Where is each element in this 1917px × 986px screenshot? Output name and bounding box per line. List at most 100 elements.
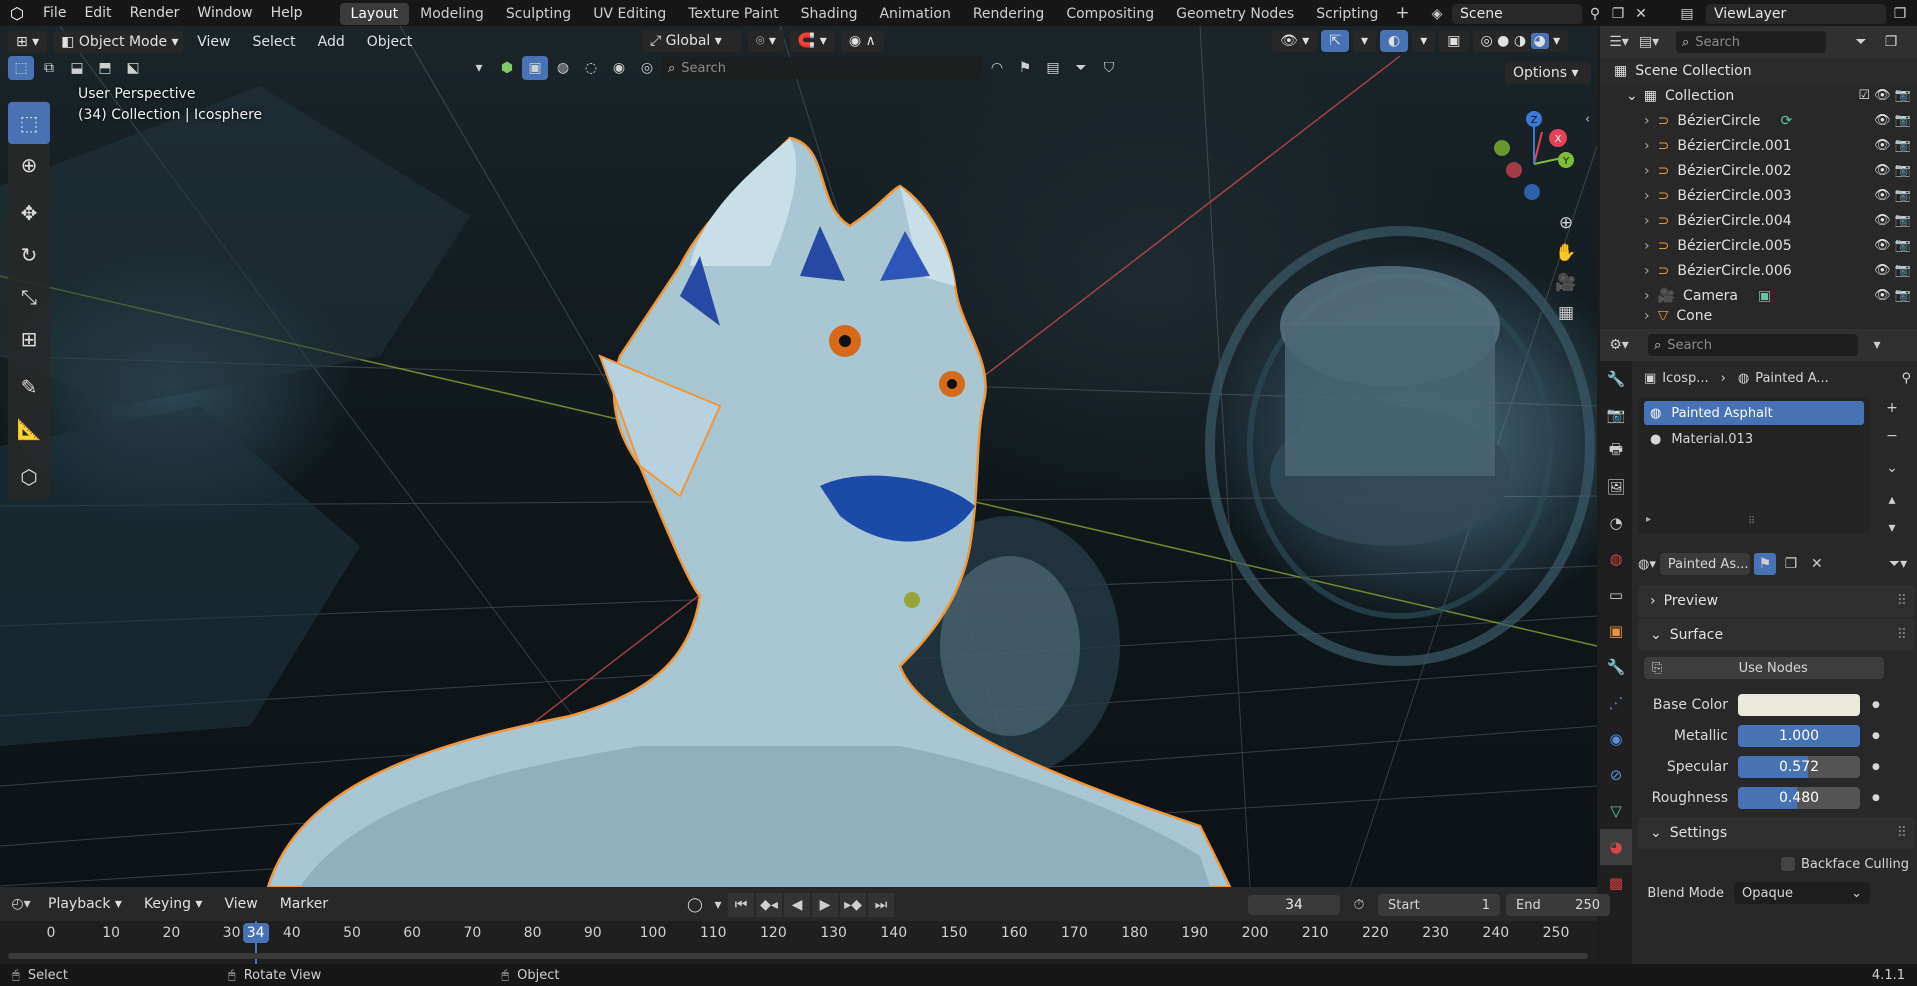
tab-uv-editing[interactable]: UV Editing <box>582 3 677 25</box>
overlay-toggle-icon[interactable]: ◐ <box>1380 30 1409 52</box>
gizmo-dropdown[interactable]: ▾ <box>1353 30 1377 52</box>
unlink-material-icon[interactable]: ✕ <box>1806 553 1828 575</box>
filter-dropdown-icon[interactable]: ▾ <box>466 56 492 80</box>
use-nodes-button[interactable]: ⎘ Use Nodes <box>1644 657 1884 679</box>
item-visibility[interactable]: 👁 📷 <box>1874 113 1911 128</box>
view-layer-tab-icon[interactable]: 🖼 <box>1600 469 1632 505</box>
cursor-tool-icon[interactable]: ⊕ <box>8 144 50 186</box>
keyframe-dot-icon[interactable]: ● <box>1872 793 1880 803</box>
navigation-gizmo[interactable]: Z X Y <box>1486 104 1582 200</box>
outliner-item[interactable]: › ⊃ BézierCircle ⟳ 👁 📷 <box>1600 108 1917 133</box>
expand-list-icon[interactable]: ▸ <box>1646 514 1651 525</box>
expand-arrow-icon[interactable]: › <box>1644 113 1650 129</box>
neg-z-axis-icon[interactable] <box>1524 184 1540 200</box>
remove-slot-icon[interactable]: − <box>1880 425 1904 447</box>
play-icon[interactable]: ▶ <box>812 893 838 917</box>
neg-y-axis-icon[interactable] <box>1494 140 1510 156</box>
item-visibility[interactable]: 👁 📷 <box>1874 238 1911 253</box>
menu-file[interactable]: File <box>34 0 75 26</box>
select-box-tool-icon[interactable]: ⬚ <box>8 102 50 144</box>
item-visibility[interactable]: 👁 📷 <box>1874 138 1911 153</box>
material-slot-list[interactable]: ◍ Painted Asphalt ● Material.013 ▸ ⠿ <box>1638 397 1870 533</box>
outliner-item[interactable]: › ⊃ BézierCircle.004 👁 📷 <box>1600 208 1917 233</box>
scale-tool-icon[interactable]: ⤡ <box>8 276 50 318</box>
color-wheel-icon[interactable]: ⬢ <box>494 56 520 80</box>
item-visibility[interactable]: 👁 📷 <box>1874 263 1911 278</box>
scene-name-field[interactable]: Scene <box>1452 4 1582 24</box>
playhead-frame-badge[interactable]: 34 <box>242 923 269 943</box>
outliner-editor-icon[interactable]: ☰▾ <box>1606 30 1632 54</box>
outliner-filter-icon[interactable]: ⏷ <box>1848 30 1874 54</box>
menu-view[interactable]: View <box>189 31 238 53</box>
preview-range-icon[interactable]: ⏱ <box>1346 893 1372 917</box>
bookmark-icon[interactable]: ⚑ <box>1012 56 1038 80</box>
outliner-search-field[interactable]: ⌕ Search <box>1676 31 1826 53</box>
move-tool-icon[interactable]: ✥ <box>8 192 50 234</box>
world-tab-icon[interactable]: ◍ <box>1600 541 1632 577</box>
display-mode-icon[interactable]: ▤▾ <box>1636 30 1662 54</box>
delete-scene-icon[interactable]: ✕ <box>1632 2 1650 26</box>
3d-viewport[interactable]: ⊞ ▾ ◧ Object Mode ▾ View Select Add Obje… <box>0 26 1597 887</box>
layer-icon[interactable]: ◠ <box>984 56 1010 80</box>
keying-menu[interactable]: Keying ▾ <box>136 893 211 915</box>
item-visibility[interactable]: 👁 📷 <box>1874 288 1911 303</box>
tab-sculpting[interactable]: Sculpting <box>495 3 582 25</box>
select-extend-icon[interactable]: ⧉ <box>36 56 62 80</box>
backface-culling-checkbox[interactable] <box>1780 857 1795 871</box>
keyframe-dot-icon[interactable]: ● <box>1872 762 1880 772</box>
add-cube-tool-icon[interactable]: ⬡ <box>8 456 50 498</box>
tab-layout[interactable]: Layout <box>339 3 410 25</box>
outliner-item[interactable]: › ⊃ BézierCircle.006 👁 📷 <box>1600 258 1917 283</box>
world-filter-icon[interactable]: ◉ <box>606 56 632 80</box>
collection-row[interactable]: ⌄ ▦ Collection ☑ 👁 📷 <box>1600 83 1917 108</box>
scene-icon[interactable]: ◈ <box>1426 2 1448 26</box>
new-collection-icon[interactable]: ❐ <box>1878 30 1904 54</box>
menu-render[interactable]: Render <box>121 0 189 26</box>
pin-icon[interactable]: ⚲ <box>1901 371 1911 386</box>
material-filter-icon[interactable]: ◍ <box>550 56 576 80</box>
material-browse-icon[interactable]: ◍▾ <box>1638 557 1656 572</box>
jump-start-icon[interactable]: ⏮ <box>728 893 754 917</box>
snap-toggle[interactable]: 🧲 ▾ <box>789 30 835 52</box>
end-frame-field[interactable]: End 250 <box>1506 894 1610 916</box>
pin-icon[interactable]: ⚲ <box>1586 2 1604 26</box>
menu-object[interactable]: Object <box>359 31 421 53</box>
preview-panel-header[interactable]: › Preview ⠿ <box>1638 585 1915 617</box>
playback-menu[interactable]: Playback ▾ <box>40 893 130 915</box>
orientation-dropdown[interactable]: ⤢ Global ▾ <box>642 30 742 52</box>
menu-help[interactable]: Help <box>262 0 312 26</box>
play-reverse-icon[interactable]: ◀ <box>784 893 810 917</box>
expand-arrow-icon[interactable]: › <box>1644 213 1650 229</box>
perspective-grid-icon[interactable]: ▦ <box>1551 298 1581 328</box>
item-visibility[interactable]: 👁 📷 <box>1874 213 1911 228</box>
select-invert-icon[interactable]: ⬒ <box>92 56 118 80</box>
mode-dropdown[interactable]: ◧ Object Mode ▾ <box>53 31 184 53</box>
light-filter-icon[interactable]: ◎ <box>634 56 660 80</box>
marker-menu[interactable]: Marker <box>272 893 336 915</box>
expand-arrow-icon[interactable]: › <box>1644 308 1650 320</box>
object-tab-icon[interactable]: ▣ <box>1600 613 1632 649</box>
timeline-scrollbar[interactable] <box>8 953 1588 959</box>
outliner-item[interactable]: › ⊃ BézierCircle.001 👁 📷 <box>1600 133 1917 158</box>
render-tab-icon[interactable]: 📷 <box>1600 397 1632 433</box>
slot-specials-icon[interactable]: ⌄ <box>1880 457 1904 479</box>
menu-add[interactable]: Add <box>310 31 353 53</box>
tab-rendering[interactable]: Rendering <box>962 3 1056 25</box>
zoom-icon[interactable]: ⊕ <box>1551 208 1581 238</box>
roughness-slider[interactable]: 0.480 <box>1738 786 1860 809</box>
tab-shading[interactable]: Shading <box>790 3 869 25</box>
particles-tab-icon[interactable]: ⋰ <box>1600 685 1632 721</box>
tool-tab-icon[interactable]: 🔧 <box>1600 361 1632 397</box>
outliner-item[interactable]: › 🎥 Camera ▣ 👁 📷 <box>1600 283 1917 308</box>
next-keyframe-icon[interactable]: ▸◆ <box>840 893 866 917</box>
material-slot-active[interactable]: ◍ Painted Asphalt <box>1644 401 1864 425</box>
outliner-item[interactable]: › ⊃ BézierCircle.002 👁 📷 <box>1600 158 1917 183</box>
collection-tab-icon[interactable]: ▭ <box>1600 577 1632 613</box>
add-slot-icon[interactable]: + <box>1880 397 1904 419</box>
tab-animation[interactable]: Animation <box>868 3 961 25</box>
expand-arrow-icon[interactable]: › <box>1644 138 1650 154</box>
base-color-swatch[interactable] <box>1738 693 1860 716</box>
record-icon[interactable]: ◯ <box>682 893 708 917</box>
expand-arrow-icon[interactable]: › <box>1644 163 1650 179</box>
pivot-dropdown[interactable]: ⌾ ▾ <box>748 30 784 52</box>
